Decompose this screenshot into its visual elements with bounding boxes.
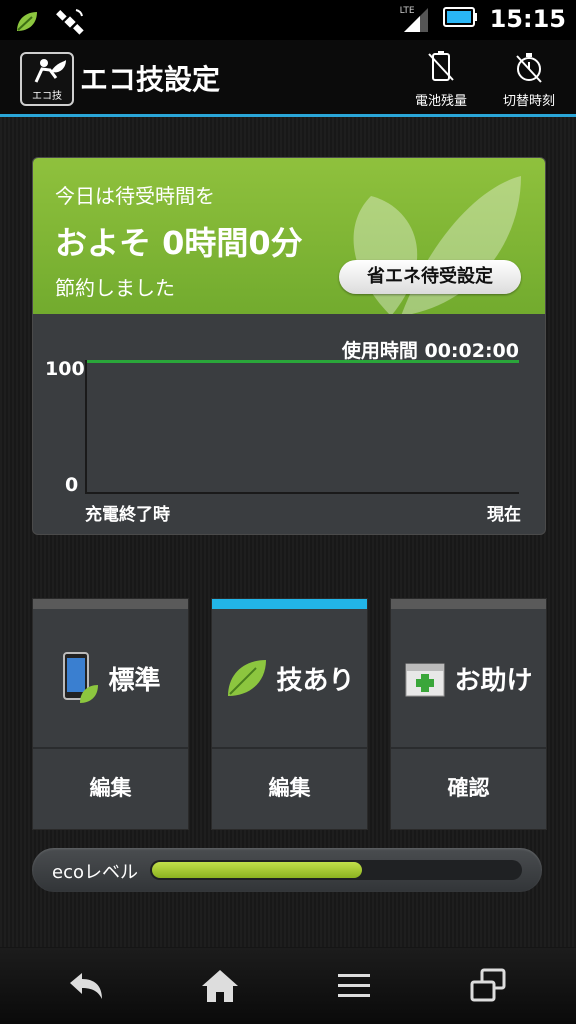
back-button[interactable] (56, 966, 116, 1006)
recent-apps-button[interactable] (458, 966, 518, 1006)
mode-indicator (391, 599, 546, 609)
eco-level-label: ecoレベル (52, 862, 138, 883)
mode-select-waza-ari-button[interactable]: 技あり (212, 609, 367, 747)
leaf-icon (228, 660, 267, 696)
mode-indicator (33, 599, 188, 609)
mode-label-standard: 標準 (108, 665, 161, 696)
x-tick-start: 充電終了時 (85, 505, 170, 525)
eco-level-meter: ecoレベル (32, 848, 542, 892)
mode-select-standard-button[interactable]: 標準 (33, 609, 188, 747)
battery-strike-icon (428, 51, 454, 81)
timer-strike-icon (516, 53, 542, 83)
usage-time-label: 使用時間 00:02:00 (341, 340, 519, 362)
savings-card: 今日は待受時間を およそ 0時間0分 節約しました 省エネ待受設定 使用時間 0… (32, 157, 546, 535)
mode-select-help-button[interactable]: お助け (391, 609, 546, 747)
app-icon: エコ技 (20, 52, 74, 106)
savings-line3: 節約しました (55, 276, 175, 300)
lte-signal-icon: LTE (400, 4, 430, 34)
battery-level-action-label: 電池残量 (414, 94, 467, 109)
mode-tile-waza-ari: 技あり 編集 (211, 598, 368, 830)
battery-series-line (87, 360, 519, 363)
home-icon (202, 970, 238, 1002)
menu-button[interactable] (324, 966, 384, 1006)
eco-level-fill (152, 862, 362, 878)
satellite-icon (54, 6, 86, 42)
mode-label-help: お助け (454, 665, 533, 696)
page-title: エコ技設定 (80, 63, 221, 96)
eco-leaf-notification-icon (14, 9, 40, 39)
mode-label-waza-ari: 技あり (276, 665, 355, 696)
mode-edit-waza-ari-button[interactable]: 編集 (212, 749, 367, 829)
savings-amount: およそ 0時間0分 (55, 224, 303, 262)
back-icon (70, 973, 102, 999)
savings-summary: 今日は待受時間を およそ 0時間0分 節約しました 省エネ待受設定 (33, 158, 545, 314)
eco-level-track (150, 860, 522, 880)
mode-edit-standard-button[interactable]: 編集 (33, 749, 188, 829)
y-tick-max: 100 (45, 358, 85, 380)
person-leaf-icon (34, 59, 66, 83)
battery-icon (442, 6, 478, 32)
menu-icon (338, 974, 370, 997)
recent-apps-icon (470, 968, 506, 1002)
app-icon-label: エコ技 (32, 91, 62, 102)
power-saving-standby-settings-button[interactable]: 省エネ待受設定 (339, 260, 521, 294)
status-bar: LTE 15:15 (0, 0, 576, 40)
switch-time-action-label: 切替時刻 (502, 94, 555, 109)
first-aid-box-icon (405, 663, 445, 697)
y-tick-min: 0 (65, 474, 79, 496)
navigation-bar (0, 948, 576, 1024)
clock: 15:15 (489, 5, 566, 33)
mode-tile-standard: 標準 編集 (32, 598, 189, 830)
switch-time-action-button[interactable]: 切替時刻 (494, 50, 564, 110)
mode-check-help-button[interactable]: 確認 (391, 749, 546, 829)
savings-line1: 今日は待受時間を (55, 184, 215, 208)
phone-leaf-icon (63, 652, 99, 703)
usage-chart: 使用時間 00:02:00 100 0 充電終了時 現在 (33, 316, 545, 534)
battery-level-action-button[interactable]: 電池残量 (406, 50, 476, 110)
home-button[interactable] (190, 966, 250, 1006)
mode-selected-indicator (212, 599, 367, 609)
app-bar: エコ技 エコ技設定 電池残量 切替時刻 (0, 40, 576, 117)
mode-tile-help: お助け 確認 (390, 598, 547, 830)
chart-plot-area (85, 360, 519, 494)
x-tick-end: 現在 (487, 505, 521, 525)
